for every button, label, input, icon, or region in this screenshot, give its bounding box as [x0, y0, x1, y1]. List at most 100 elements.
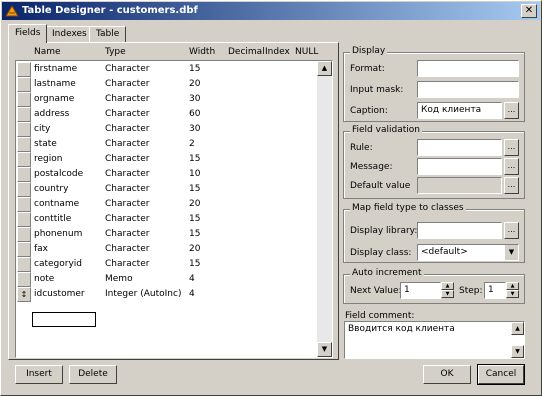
field-name-cell[interactable]: phonenum — [34, 229, 82, 239]
format-input[interactable] — [417, 60, 519, 77]
field-width-cell[interactable]: 30 — [189, 94, 200, 104]
field-name-cell[interactable]: note — [34, 274, 54, 284]
table-row[interactable]: fax Character 20 — [16, 242, 319, 257]
field-type-cell[interactable]: Character — [105, 244, 149, 254]
table-row[interactable]: city Character 30 — [16, 122, 319, 137]
default-value-builder-button[interactable]: ... — [504, 177, 519, 194]
new-field-name-input[interactable] — [32, 312, 96, 327]
next-value-spinner[interactable]: ▲ ▼ — [441, 282, 454, 299]
row-selector[interactable] — [17, 62, 31, 77]
field-type-cell[interactable]: Character — [105, 184, 149, 194]
field-name-cell[interactable]: idcustomer — [34, 289, 85, 299]
table-row[interactable]: lastname Character 20 — [16, 77, 319, 92]
field-name-cell[interactable]: conttitle — [34, 214, 71, 224]
ok-button[interactable]: OK — [423, 365, 471, 384]
field-name-cell[interactable]: fax — [34, 244, 48, 254]
field-type-cell[interactable]: Character — [105, 124, 149, 134]
field-width-cell[interactable]: 20 — [189, 244, 200, 254]
caption-builder-button[interactable]: ... — [504, 102, 519, 119]
row-selector[interactable] — [17, 182, 31, 197]
table-row[interactable]: address Character 60 — [16, 107, 319, 122]
field-type-cell[interactable]: Character — [105, 109, 149, 119]
table-row[interactable]: conttitle Character 15 — [16, 212, 319, 227]
row-selector[interactable] — [17, 107, 31, 122]
column-header-index[interactable]: Index — [265, 47, 290, 57]
table-row[interactable]: categoryid Character 15 — [16, 257, 319, 272]
field-width-cell[interactable]: 15 — [189, 184, 200, 194]
field-width-cell[interactable]: 4 — [189, 289, 195, 299]
row-selector[interactable] — [17, 92, 31, 107]
input-mask-input[interactable] — [417, 81, 519, 98]
insert-button[interactable]: Insert — [15, 365, 63, 384]
table-row[interactable]: country Character 15 — [16, 182, 319, 197]
row-selector[interactable] — [17, 227, 31, 242]
table-row[interactable]: postalcode Character 10 — [16, 167, 319, 182]
column-header-type[interactable]: Type — [105, 47, 126, 57]
field-type-cell[interactable]: Character — [105, 214, 149, 224]
spin-down-icon[interactable]: ▼ — [506, 290, 519, 298]
row-selector[interactable] — [17, 167, 31, 182]
field-type-cell[interactable]: Memo — [105, 274, 133, 284]
field-name-cell[interactable]: country — [34, 184, 68, 194]
dropdown-arrow-icon[interactable]: ▼ — [504, 245, 518, 260]
field-name-cell[interactable]: contname — [34, 199, 79, 209]
comment-scroll-up-icon[interactable]: ▲ — [511, 322, 524, 335]
spin-up-icon[interactable]: ▲ — [506, 282, 519, 290]
field-width-cell[interactable]: 15 — [189, 259, 200, 269]
tab-table[interactable]: Table — [89, 26, 127, 42]
scroll-up-icon[interactable]: ▲ — [317, 61, 332, 76]
field-type-cell[interactable]: Character — [105, 229, 149, 239]
rule-input[interactable] — [417, 139, 502, 156]
delete-button[interactable]: Delete — [69, 365, 117, 384]
message-input[interactable] — [417, 158, 502, 175]
close-button[interactable]: ✕ — [521, 4, 537, 18]
field-width-cell[interactable]: 10 — [189, 169, 200, 179]
field-width-cell[interactable]: 20 — [189, 79, 200, 89]
field-comment-textarea[interactable]: Вводится код клиента ▲ ▼ — [344, 321, 525, 359]
rule-builder-button[interactable]: ... — [504, 139, 519, 156]
field-width-cell[interactable]: 60 — [189, 109, 200, 119]
table-row[interactable]: orgname Character 30 — [16, 92, 319, 107]
row-selector[interactable] — [17, 137, 31, 152]
field-type-cell[interactable]: Character — [105, 64, 149, 74]
table-row[interactable]: region Character 15 — [16, 152, 319, 167]
field-type-cell[interactable]: Character — [105, 259, 149, 269]
step-input[interactable]: 1 — [484, 282, 506, 299]
scroll-down-icon[interactable]: ▼ — [317, 342, 332, 357]
field-type-cell[interactable]: Character — [105, 154, 149, 164]
row-selector[interactable] — [17, 212, 31, 227]
next-value-input[interactable]: 1 — [400, 282, 441, 299]
table-row[interactable]: firstname Character 15 — [16, 62, 319, 77]
spin-up-icon[interactable]: ▲ — [441, 282, 454, 290]
field-type-cell[interactable]: Character — [105, 139, 149, 149]
row-selector[interactable]: ↕ — [17, 287, 31, 302]
tab-indexes[interactable]: Indexes — [45, 26, 94, 42]
field-width-cell[interactable]: 2 — [189, 139, 195, 149]
field-name-cell[interactable]: address — [34, 109, 69, 119]
display-library-browse-button[interactable]: ... — [504, 222, 519, 239]
display-class-select[interactable]: <default> ▼ — [417, 244, 519, 261]
table-row[interactable]: phonenum Character 15 — [16, 227, 319, 242]
spin-down-icon[interactable]: ▼ — [441, 290, 454, 298]
row-selector[interactable] — [17, 197, 31, 212]
field-type-cell[interactable]: Integer (AutoInc) — [105, 289, 181, 299]
title-bar[interactable]: Table Designer - customers.dbf ✕ — [2, 2, 540, 20]
field-width-cell[interactable]: 15 — [189, 64, 200, 74]
row-selector[interactable] — [17, 122, 31, 137]
grid-vertical-scrollbar[interactable]: ▲ ▼ — [317, 61, 332, 357]
caption-input[interactable]: Код клиента — [417, 102, 502, 119]
column-header-name[interactable]: Name — [34, 47, 61, 57]
field-width-cell[interactable]: 4 — [189, 274, 195, 284]
field-width-cell[interactable]: 15 — [189, 229, 200, 239]
field-name-cell[interactable]: postalcode — [34, 169, 83, 179]
row-selector[interactable] — [17, 272, 31, 287]
field-name-cell[interactable]: orgname — [34, 94, 74, 104]
row-selector[interactable] — [17, 77, 31, 92]
row-selector[interactable] — [17, 152, 31, 167]
field-type-cell[interactable]: Character — [105, 94, 149, 104]
field-width-cell[interactable]: 15 — [189, 214, 200, 224]
field-name-cell[interactable]: state — [34, 139, 57, 149]
comment-scroll-down-icon[interactable]: ▼ — [511, 345, 524, 358]
step-spinner[interactable]: ▲ ▼ — [506, 282, 519, 299]
tab-fields[interactable]: Fields — [8, 24, 48, 43]
